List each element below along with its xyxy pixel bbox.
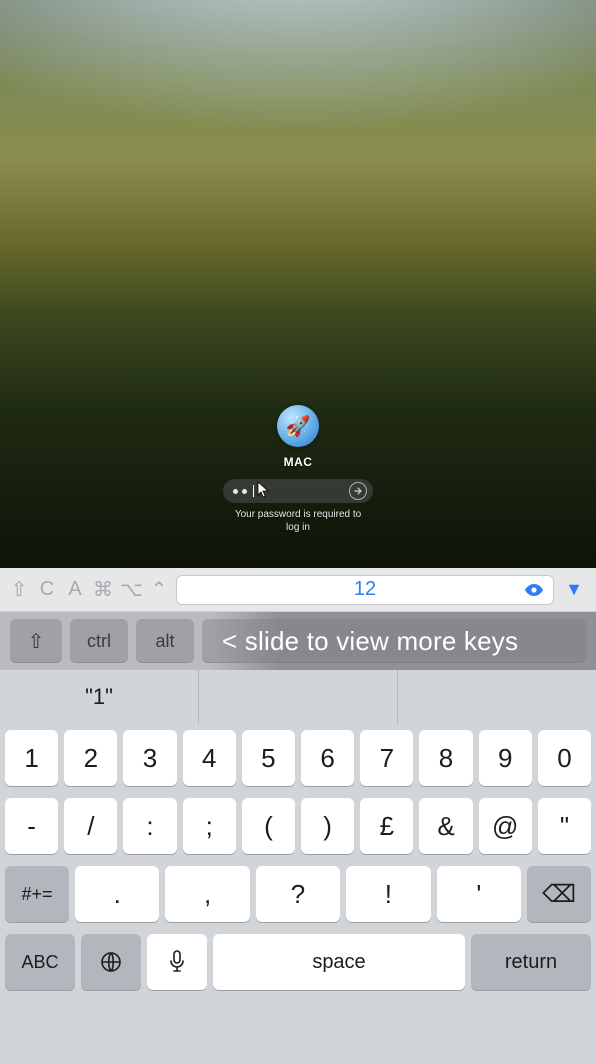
user-avatar[interactable]: 🚀 (277, 405, 319, 447)
key-pound[interactable]: £ (360, 798, 413, 854)
key-7[interactable]: 7 (360, 730, 413, 786)
globe-icon (99, 950, 123, 974)
suggestion-1[interactable]: "1" (0, 670, 199, 724)
mod-alt-key[interactable]: alt (136, 619, 194, 663)
key-comma[interactable]: , (165, 866, 249, 922)
key-colon[interactable]: : (123, 798, 176, 854)
key-symbols[interactable]: #+= (5, 866, 69, 922)
password-dots (233, 485, 349, 497)
ios-keyboard: "1" 1 2 3 4 5 6 7 8 9 0 - / : ; ( ) £ & … (0, 670, 596, 1064)
key-period[interactable]: . (75, 866, 159, 922)
key-rparen[interactable]: ) (301, 798, 354, 854)
toolbar-ctrl-icon[interactable]: ⌃ (148, 577, 170, 602)
key-4[interactable]: 4 (183, 730, 236, 786)
key-exclaim[interactable]: ! (346, 866, 430, 922)
modifier-key-row[interactable]: ⇧ ctrl alt < slide to view more keys (0, 612, 596, 670)
mod-shift-key[interactable]: ⇧ (10, 619, 62, 663)
key-dictate[interactable] (147, 934, 207, 990)
key-at[interactable]: @ (479, 798, 532, 854)
key-row-2: - / : ; ( ) £ & @ " (0, 792, 596, 860)
username-label: MAC (284, 455, 313, 469)
key-return[interactable]: return (471, 934, 591, 990)
key-lparen[interactable]: ( (242, 798, 295, 854)
toolbar-cmd-icon[interactable]: ⌘ (92, 577, 114, 602)
eye-icon[interactable] (523, 582, 545, 598)
key-1[interactable]: 1 (5, 730, 58, 786)
key-globe[interactable] (81, 934, 141, 990)
client-toolbar: ⇧ C A ⌘ ⌥ ⌃ 12 ▼ (0, 568, 596, 612)
login-panel: 🚀 MAC Your password is required to log i… (223, 405, 373, 534)
key-6[interactable]: 6 (301, 730, 354, 786)
suggestion-bar: "1" (0, 670, 596, 724)
key-3[interactable]: 3 (123, 730, 176, 786)
key-question[interactable]: ? (256, 866, 340, 922)
submit-arrow-icon[interactable] (349, 482, 367, 500)
key-quote[interactable]: " (538, 798, 591, 854)
toolbar-field-value: 12 (354, 578, 376, 601)
key-amp[interactable]: & (419, 798, 472, 854)
toolbar-a-icon[interactable]: A (64, 578, 86, 601)
key-row-1: 1 2 3 4 5 6 7 8 9 0 (0, 724, 596, 792)
key-slash[interactable]: / (64, 798, 117, 854)
mod-more-area[interactable] (202, 619, 586, 663)
password-input[interactable] (223, 479, 373, 503)
backspace-icon: ⌫ (542, 880, 576, 909)
dropdown-icon[interactable]: ▼ (560, 579, 588, 600)
key-semicolon[interactable]: ; (183, 798, 236, 854)
key-dash[interactable]: - (5, 798, 58, 854)
key-8[interactable]: 8 (419, 730, 472, 786)
key-apostrophe[interactable]: ' (437, 866, 521, 922)
key-9[interactable]: 9 (479, 730, 532, 786)
microphone-icon (167, 949, 187, 975)
suggestion-3[interactable] (398, 670, 596, 724)
key-space[interactable]: space (213, 934, 465, 990)
toolbar-shift-icon[interactable]: ⇧ (8, 577, 30, 602)
key-row-bottom: ABC space return (0, 928, 596, 1000)
suggestion-2[interactable] (199, 670, 398, 724)
key-abc[interactable]: ABC (5, 934, 75, 990)
mod-ctrl-key[interactable]: ctrl (70, 619, 128, 663)
key-5[interactable]: 5 (242, 730, 295, 786)
toolbar-c-icon[interactable]: C (36, 578, 58, 601)
password-hint: Your password is required to log in (235, 509, 361, 534)
key-0[interactable]: 0 (538, 730, 591, 786)
toolbar-opt-icon[interactable]: ⌥ (120, 577, 142, 602)
key-backspace[interactable]: ⌫ (527, 866, 591, 922)
key-row-3: #+= . , ? ! ' ⌫ (0, 860, 596, 928)
shift-up-icon: ⇧ (28, 629, 45, 654)
avatar-rocket-icon: 🚀 (286, 414, 311, 439)
remote-desktop-viewport[interactable]: 🚀 MAC Your password is required to log i… (0, 0, 596, 568)
toolbar-text-field[interactable]: 12 (176, 575, 554, 605)
key-2[interactable]: 2 (64, 730, 117, 786)
